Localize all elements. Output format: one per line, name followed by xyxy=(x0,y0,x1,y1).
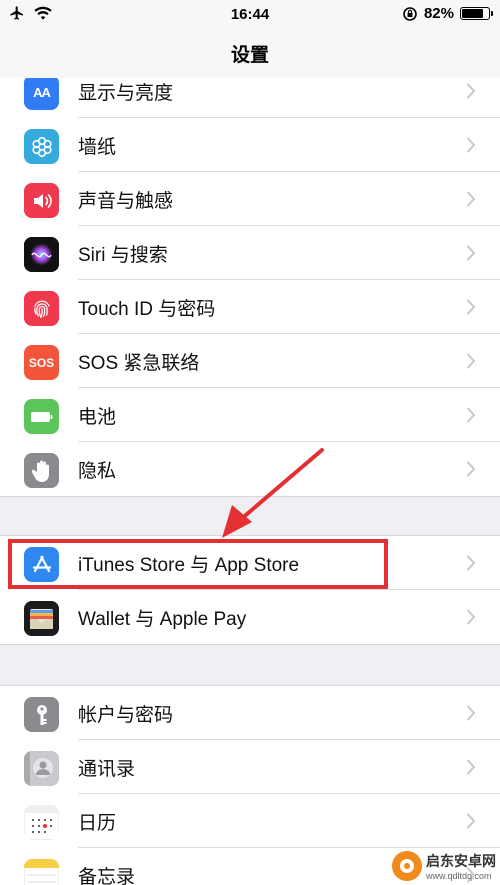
watermark-url: www.qdltdq.com xyxy=(426,871,492,881)
watermark-logo-icon xyxy=(392,851,422,881)
watermark-name: 启东安卓网 xyxy=(426,853,496,869)
annotation-arrow xyxy=(222,448,324,538)
watermark: 启东安卓网 www.qdltdq.com xyxy=(392,851,496,881)
